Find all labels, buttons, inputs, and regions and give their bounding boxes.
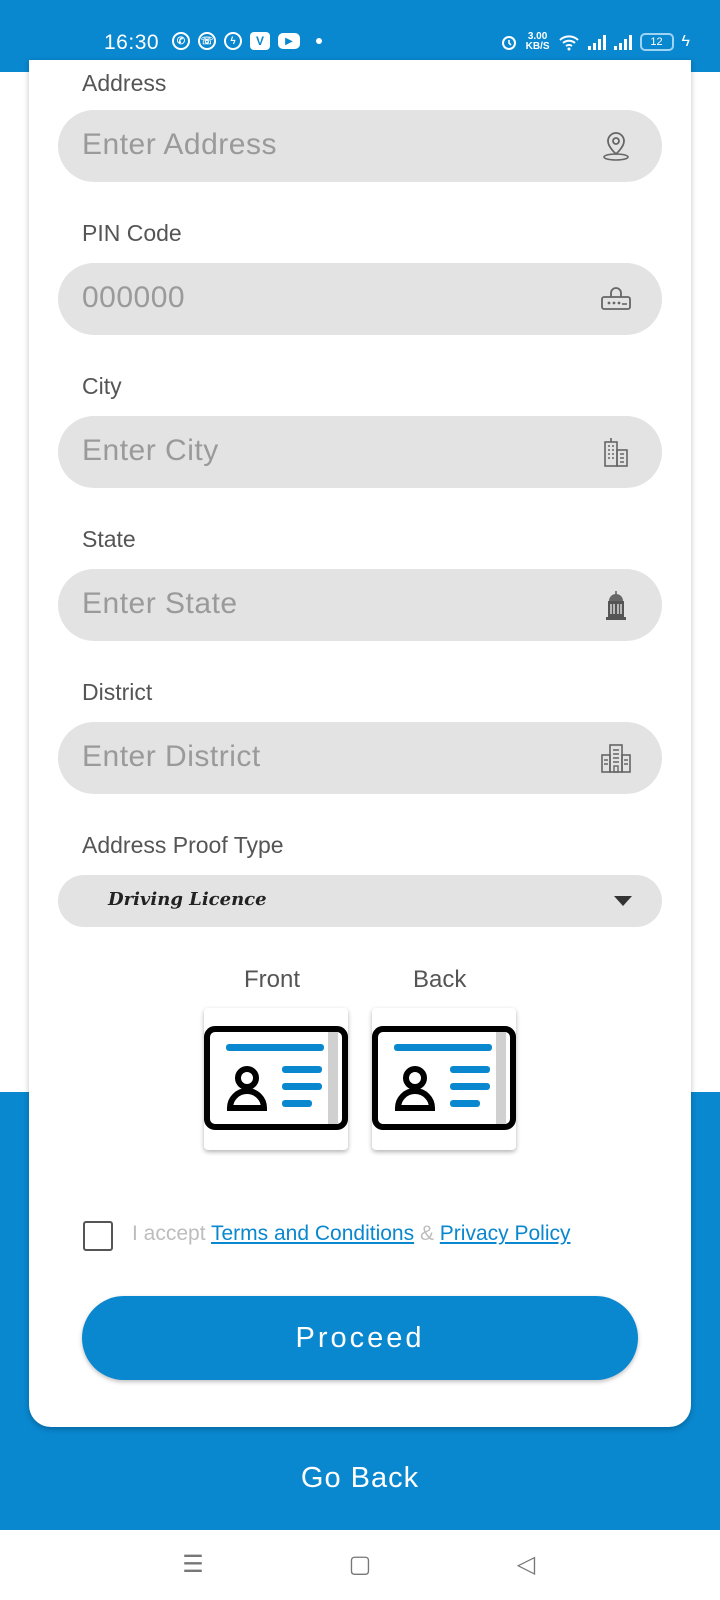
district-label: District — [82, 679, 153, 705]
pin-code-placeholder: 000000 — [82, 281, 186, 314]
upload-front-button[interactable] — [204, 1008, 348, 1150]
system-nav-bar: ☰ ▢ ◁ — [0, 1530, 720, 1600]
menu-icon[interactable]: ☰ — [180, 1552, 206, 1578]
go-back-button[interactable]: Go Back — [0, 1462, 720, 1495]
proceed-button[interactable]: Proceed — [82, 1296, 638, 1380]
vimeo-icon: V — [250, 32, 270, 50]
id-card-icon — [204, 1026, 348, 1130]
home-icon[interactable]: ▢ — [347, 1552, 373, 1578]
pin-code-label: PIN Code — [82, 220, 182, 246]
charging-icon: ϟ — [681, 33, 690, 50]
upload-back-button[interactable] — [372, 1008, 516, 1150]
signal-icon — [587, 34, 606, 50]
address-field[interactable]: Enter Address — [58, 110, 662, 182]
notification-icons: ✆ ☏ ϟ V ▶ — [172, 32, 322, 50]
district-placeholder: Enter District — [82, 740, 261, 773]
viber-icon: ☏ — [198, 32, 216, 50]
back-label: Back — [413, 966, 467, 993]
status-time: 16:30 — [104, 31, 160, 54]
battery-icon: 12 — [639, 33, 674, 51]
alarm-icon — [501, 36, 516, 50]
district-field[interactable]: Enter District — [58, 722, 662, 794]
front-label: Front — [244, 966, 301, 993]
address-placeholder: Enter Address — [82, 128, 277, 161]
state-label: State — [82, 526, 136, 552]
back-icon[interactable]: ◁ — [513, 1552, 539, 1578]
lock-password-icon — [601, 287, 631, 310]
more-notifications-dot — [316, 38, 322, 44]
district-building-icon — [601, 744, 631, 773]
wifi-icon — [558, 35, 579, 51]
terms-text: I accept Terms and Conditions & Privacy … — [132, 1222, 571, 1245]
network-speed: 3.00 KB/S — [525, 31, 550, 52]
city-label: City — [82, 373, 122, 399]
state-placeholder: Enter State — [82, 587, 238, 620]
chevron-down-icon — [614, 896, 632, 906]
signal-icon — [613, 34, 632, 50]
address-proof-label: Address Proof Type — [82, 832, 284, 858]
city-placeholder: Enter City — [82, 434, 219, 467]
messenger-icon: ϟ — [224, 32, 242, 50]
youtube-icon: ▶ — [278, 33, 300, 49]
address-proof-value: Driving Licence — [108, 889, 267, 910]
accept-terms-checkbox[interactable] — [83, 1221, 113, 1251]
city-field[interactable]: Enter City — [58, 416, 662, 488]
state-building-icon — [606, 591, 626, 620]
state-field[interactable]: Enter State — [58, 569, 662, 641]
city-buildings-icon — [604, 438, 628, 467]
location-pin-icon — [603, 132, 629, 161]
privacy-policy-link[interactable]: Privacy Policy — [440, 1222, 571, 1245]
system-icons: 3.00 KB/S 12 ϟ — [500, 32, 690, 52]
whatsapp-icon: ✆ — [172, 32, 190, 50]
terms-link[interactable]: Terms and Conditions — [211, 1222, 414, 1245]
address-label: Address — [82, 70, 167, 96]
id-card-icon — [372, 1026, 516, 1130]
address-proof-select[interactable]: Driving Licence — [58, 875, 662, 927]
pin-code-field[interactable]: 000000 — [58, 263, 662, 335]
